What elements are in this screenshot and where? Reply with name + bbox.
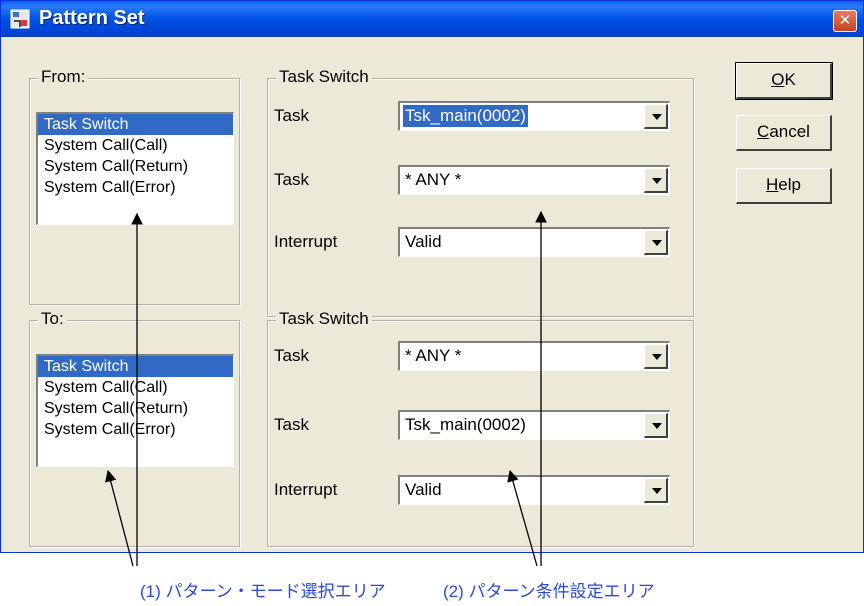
dropdown-arrow-icon[interactable]: [644, 230, 668, 255]
dropdown-arrow-icon[interactable]: [644, 478, 668, 503]
pattern-set-dialog: Pattern Set ✕ From: Task Switch System C…: [0, 0, 864, 553]
lower-task-from-combo[interactable]: * ANY *: [398, 341, 670, 371]
cancel-label: ancel: [769, 122, 810, 141]
upper-condition-label: Task Switch: [276, 67, 372, 87]
from-group-label: From:: [38, 67, 89, 87]
combo-value: Tsk_main(0002): [402, 104, 529, 128]
lower-task-to-combo[interactable]: Tsk_main(0002): [398, 410, 670, 440]
upper-condition-group: Task Switch Task Tsk_main(0002) Task * A…: [267, 67, 694, 317]
task-label: Task: [274, 170, 309, 189]
annotation-mode-area: (1) パターン・モード選択エリア: [140, 582, 386, 601]
cancel-mnemonic: C: [757, 122, 770, 141]
app-icon: [10, 9, 30, 29]
upper-interrupt-combo[interactable]: Valid: [398, 227, 670, 257]
interrupt-label: Interrupt: [274, 232, 338, 251]
window-title: Pattern Set: [39, 7, 145, 29]
cancel-button[interactable]: Cancel: [736, 115, 832, 151]
dropdown-arrow-icon[interactable]: [644, 344, 668, 369]
upper-task-to-combo[interactable]: * ANY *: [398, 165, 670, 195]
task-label: Task: [274, 346, 309, 365]
title-bar[interactable]: Pattern Set ✕: [1, 1, 863, 37]
list-item[interactable]: System Call(Call): [38, 135, 233, 156]
lower-condition-group: Task Switch Task * ANY * Task Tsk_main(0…: [267, 309, 694, 547]
help-button[interactable]: Help: [736, 168, 832, 204]
task-label: Task: [274, 415, 309, 434]
lower-condition-label: Task Switch: [276, 309, 372, 329]
from-group: From: Task Switch System Call(Call) Syst…: [29, 67, 240, 305]
task-label: Task: [274, 106, 309, 125]
ok-label: K: [784, 70, 796, 89]
dropdown-arrow-icon[interactable]: [644, 413, 668, 438]
list-item[interactable]: System Call(Return): [38, 398, 233, 419]
combo-value: * ANY *: [405, 346, 462, 365]
interrupt-label: Interrupt: [274, 480, 338, 499]
upper-task-from-combo[interactable]: Tsk_main(0002): [398, 101, 670, 131]
list-item[interactable]: System Call(Error): [38, 177, 233, 198]
dropdown-arrow-icon[interactable]: [644, 104, 668, 129]
combo-value: * ANY *: [405, 170, 462, 189]
combo-value: Valid: [405, 232, 442, 251]
ok-mnemonic: O: [771, 70, 785, 89]
combo-value: Valid: [405, 480, 442, 499]
dialog-client-area: From: Task Switch System Call(Call) Syst…: [2, 37, 862, 552]
lower-interrupt-combo[interactable]: Valid: [398, 475, 670, 505]
list-item[interactable]: Task Switch: [38, 356, 233, 377]
list-item[interactable]: System Call(Call): [38, 377, 233, 398]
help-mnemonic: H: [766, 175, 779, 194]
list-item[interactable]: System Call(Error): [38, 419, 233, 440]
from-listbox[interactable]: Task Switch System Call(Call) System Cal…: [36, 112, 234, 225]
annotation-condition-area: (2) パターン条件設定エリア: [443, 582, 655, 601]
help-label: elp: [778, 175, 801, 194]
to-group: To: Task Switch System Call(Call) System…: [29, 309, 240, 547]
dropdown-arrow-icon[interactable]: [644, 168, 668, 193]
list-item[interactable]: Task Switch: [38, 114, 233, 135]
list-item[interactable]: System Call(Return): [38, 156, 233, 177]
to-listbox[interactable]: Task Switch System Call(Call) System Cal…: [36, 354, 234, 467]
combo-value: Tsk_main(0002): [405, 415, 526, 434]
to-group-label: To:: [38, 309, 67, 329]
close-icon[interactable]: ✕: [833, 10, 857, 32]
ok-button[interactable]: OK: [735, 62, 833, 100]
